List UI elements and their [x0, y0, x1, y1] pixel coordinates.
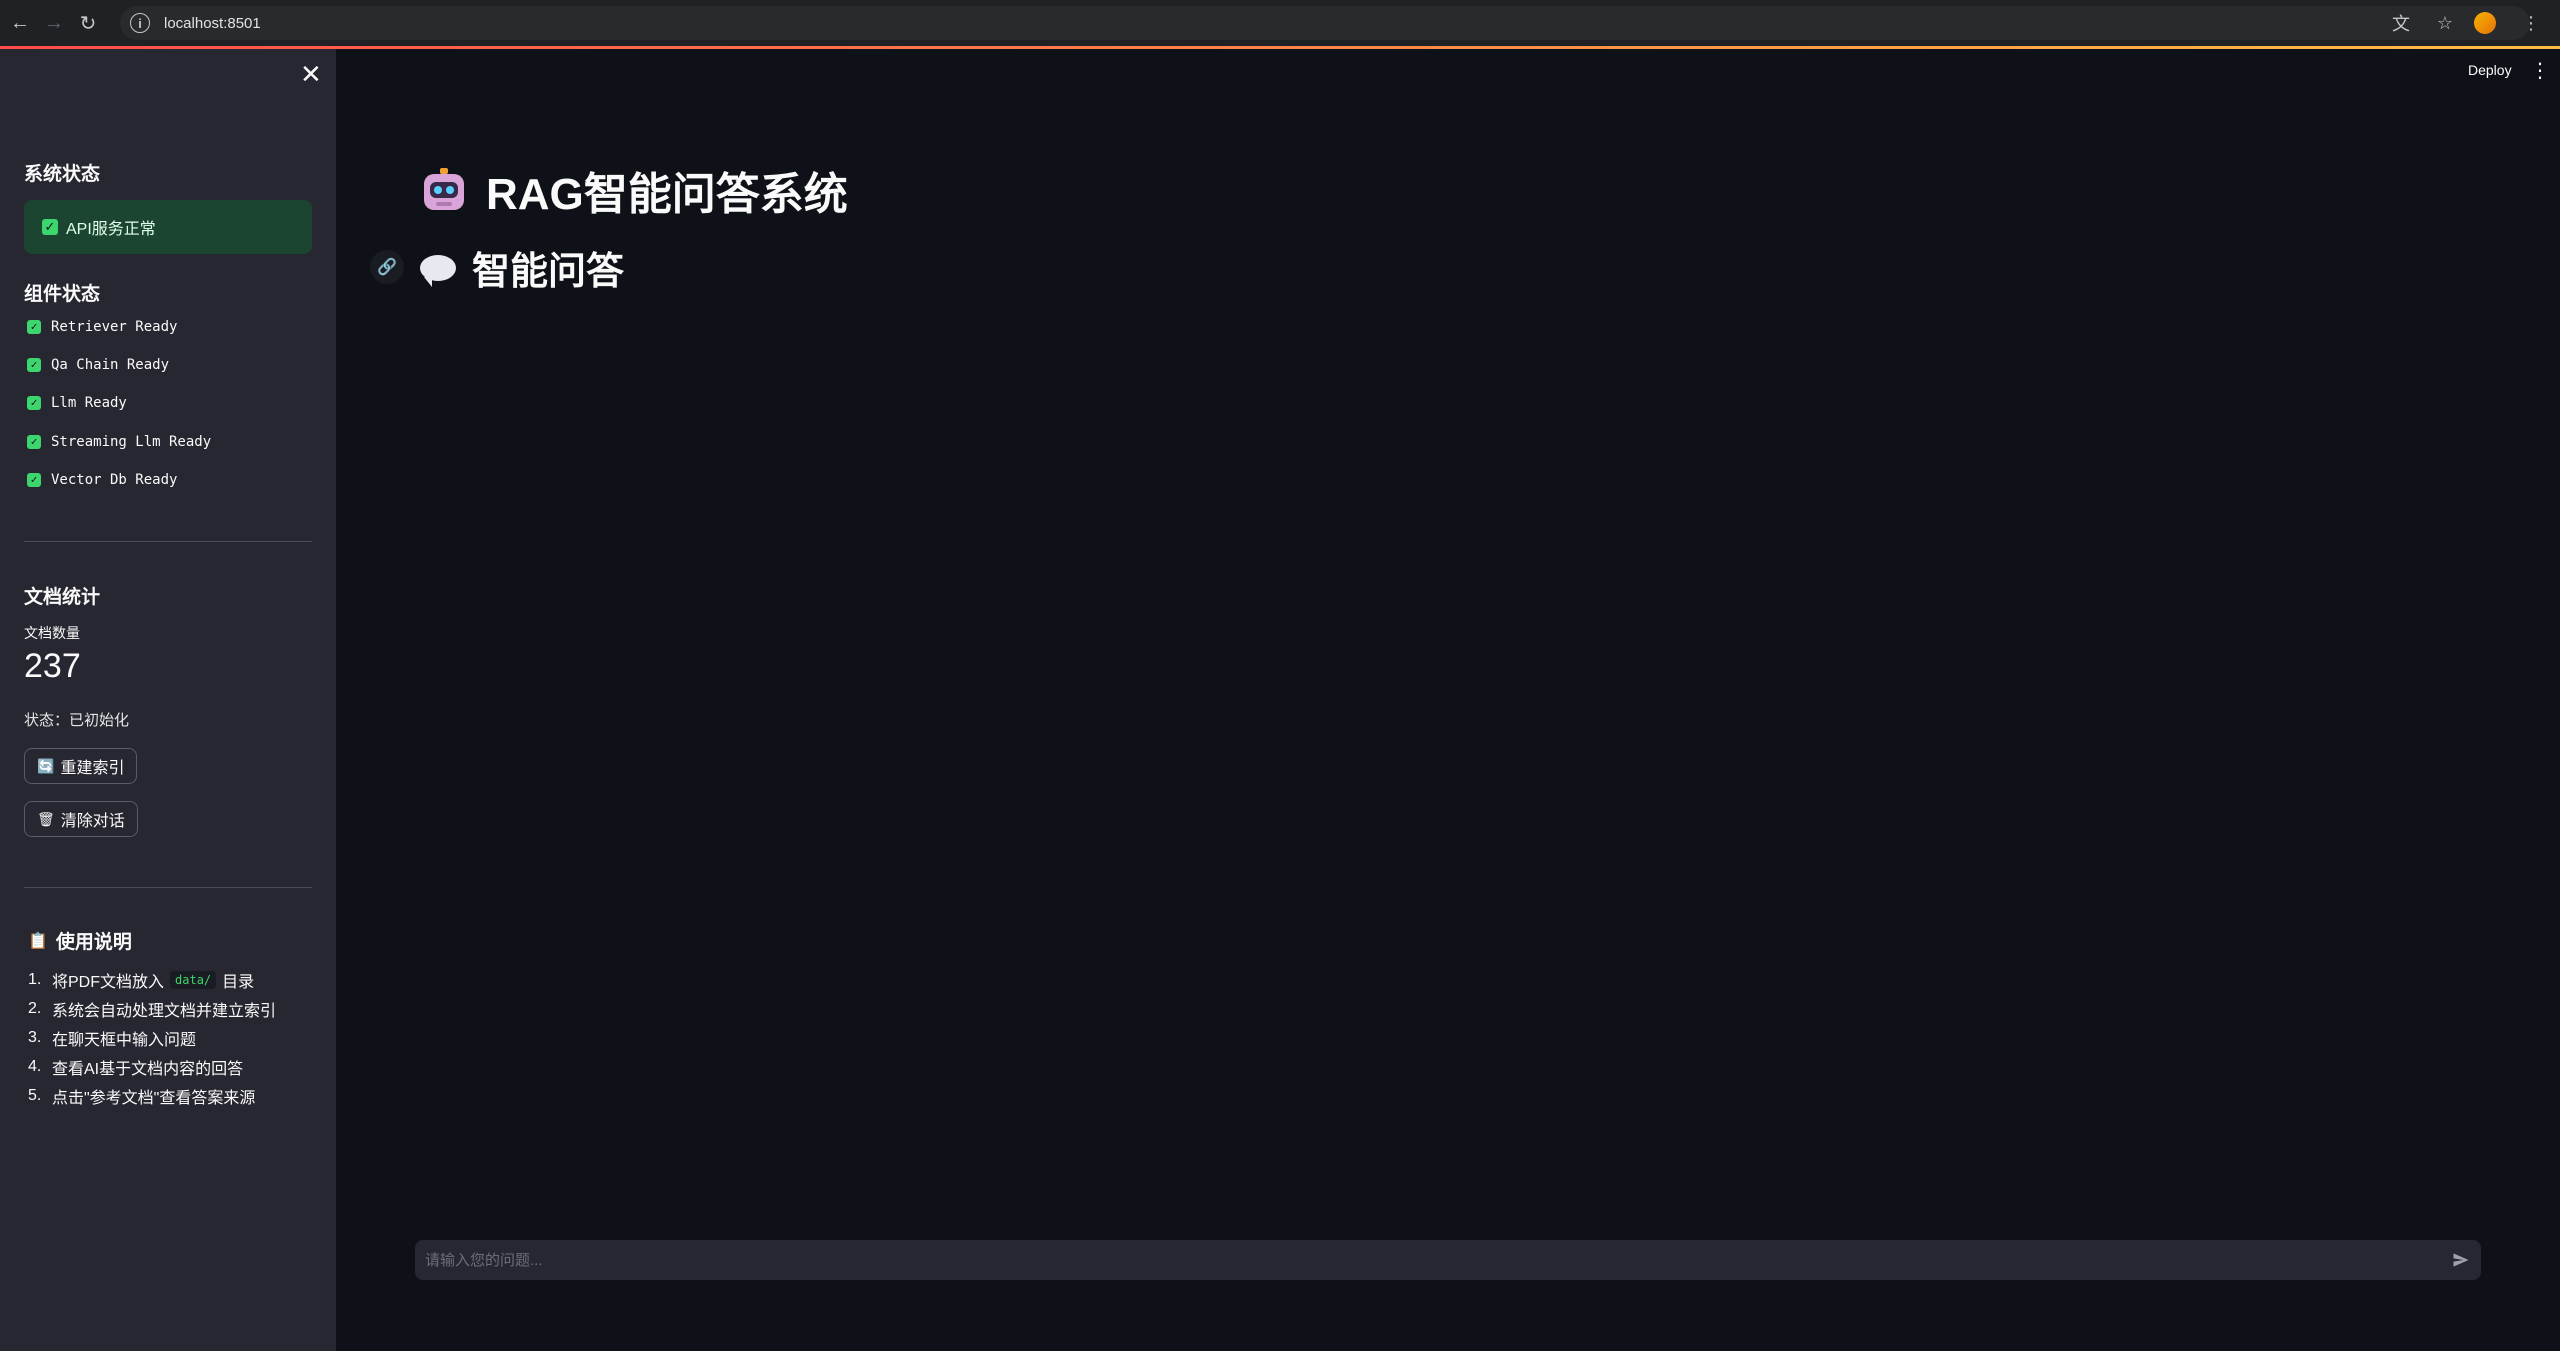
address-bar[interactable]: i localhost:8501 — [120, 6, 2530, 40]
doc-stats-heading: 文档统计 — [24, 587, 101, 608]
component-status-heading: 组件状态 — [24, 284, 101, 305]
component-item: ✓ Retriever Ready — [27, 319, 177, 335]
component-item: ✓ Vector Db Ready — [27, 472, 177, 488]
speech-bubble-icon — [420, 254, 456, 287]
check-icon: ✓ — [42, 219, 58, 235]
bookmark-star-icon[interactable]: ☆ — [2430, 8, 2460, 38]
chat-input[interactable] — [415, 1240, 2441, 1280]
check-icon: ✓ — [27, 320, 41, 334]
api-status-alert: ✓ API服务正常 — [24, 200, 312, 254]
anchor-link-icon[interactable]: 🔗 — [370, 250, 404, 284]
forward-icon[interactable]: → — [40, 9, 68, 37]
translate-icon[interactable]: 文 — [2386, 8, 2416, 38]
section-heading: 智能问答 — [420, 240, 624, 295]
list-item: 3. 在聊天框中输入问题 — [28, 1028, 197, 1049]
list-item: 1. 将PDF文档放入 data/ 目录 — [28, 970, 255, 991]
deploy-button[interactable]: Deploy — [2468, 62, 2512, 78]
check-icon: ✓ — [27, 396, 41, 410]
doc-count-label: 文档数量 — [24, 625, 80, 641]
list-item: 5. 点击"参考文档"查看答案来源 — [28, 1086, 256, 1107]
clipboard-icon: 📋 — [28, 932, 48, 950]
doc-count-value: 237 — [24, 647, 81, 685]
sidebar: ✕ 系统状态 ✓ API服务正常 组件状态 ✓ Retriever Ready ✓… — [0, 49, 336, 1351]
usage-heading: 📋 使用说明 — [28, 932, 132, 953]
index-status-text: 状态：已初始化 — [24, 712, 130, 729]
check-icon: ✓ — [27, 473, 41, 487]
send-icon[interactable] — [2441, 1240, 2481, 1280]
component-item: ✓ Streaming Llm Ready — [27, 434, 211, 450]
chat-input-container — [415, 1240, 2481, 1280]
divider — [24, 887, 312, 888]
inline-code: data/ — [170, 970, 217, 989]
main-menu-icon[interactable]: ⋮ — [2530, 58, 2550, 83]
list-item: 4. 查看AI基于文档内容的回答 — [28, 1057, 244, 1078]
component-item: ✓ Llm Ready — [27, 395, 127, 411]
refresh-icon: 🔄 — [37, 757, 55, 774]
close-sidebar-icon[interactable]: ✕ — [300, 59, 322, 90]
clear-chat-button[interactable]: 🗑 清除对话 — [24, 801, 138, 837]
loading-bar — [0, 46, 2560, 49]
trash-icon: 🗑 — [37, 810, 55, 827]
system-status-heading: 系统状态 — [24, 164, 101, 185]
check-icon: ✓ — [27, 358, 41, 372]
page-title: RAG智能问答系统 — [420, 158, 848, 222]
url-text[interactable]: localhost:8501 — [164, 15, 261, 32]
usage-list: 1. 将PDF文档放入 data/ 目录 2. 系统会自动处理文档并建立索引 3.… — [28, 965, 276, 1110]
site-info-icon[interactable]: i — [130, 13, 150, 33]
rebuild-index-button[interactable]: 🔄 重建索引 — [24, 748, 138, 784]
browser-toolbar: ← → ↻ i localhost:8501 文 ☆ ⋮ — [0, 0, 2560, 46]
divider — [24, 541, 312, 542]
robot-icon — [424, 168, 464, 210]
list-item: 2. 系统会自动处理文档并建立索引 — [28, 999, 277, 1020]
back-icon[interactable]: ← — [6, 9, 34, 37]
api-status-text: API服务正常 — [66, 221, 156, 238]
profile-avatar-icon[interactable] — [2474, 12, 2496, 34]
browser-menu-icon[interactable]: ⋮ — [2516, 8, 2546, 38]
check-icon: ✓ — [27, 435, 41, 449]
component-item: ✓ Qa Chain Ready — [27, 357, 169, 373]
reload-icon[interactable]: ↻ — [74, 9, 102, 37]
